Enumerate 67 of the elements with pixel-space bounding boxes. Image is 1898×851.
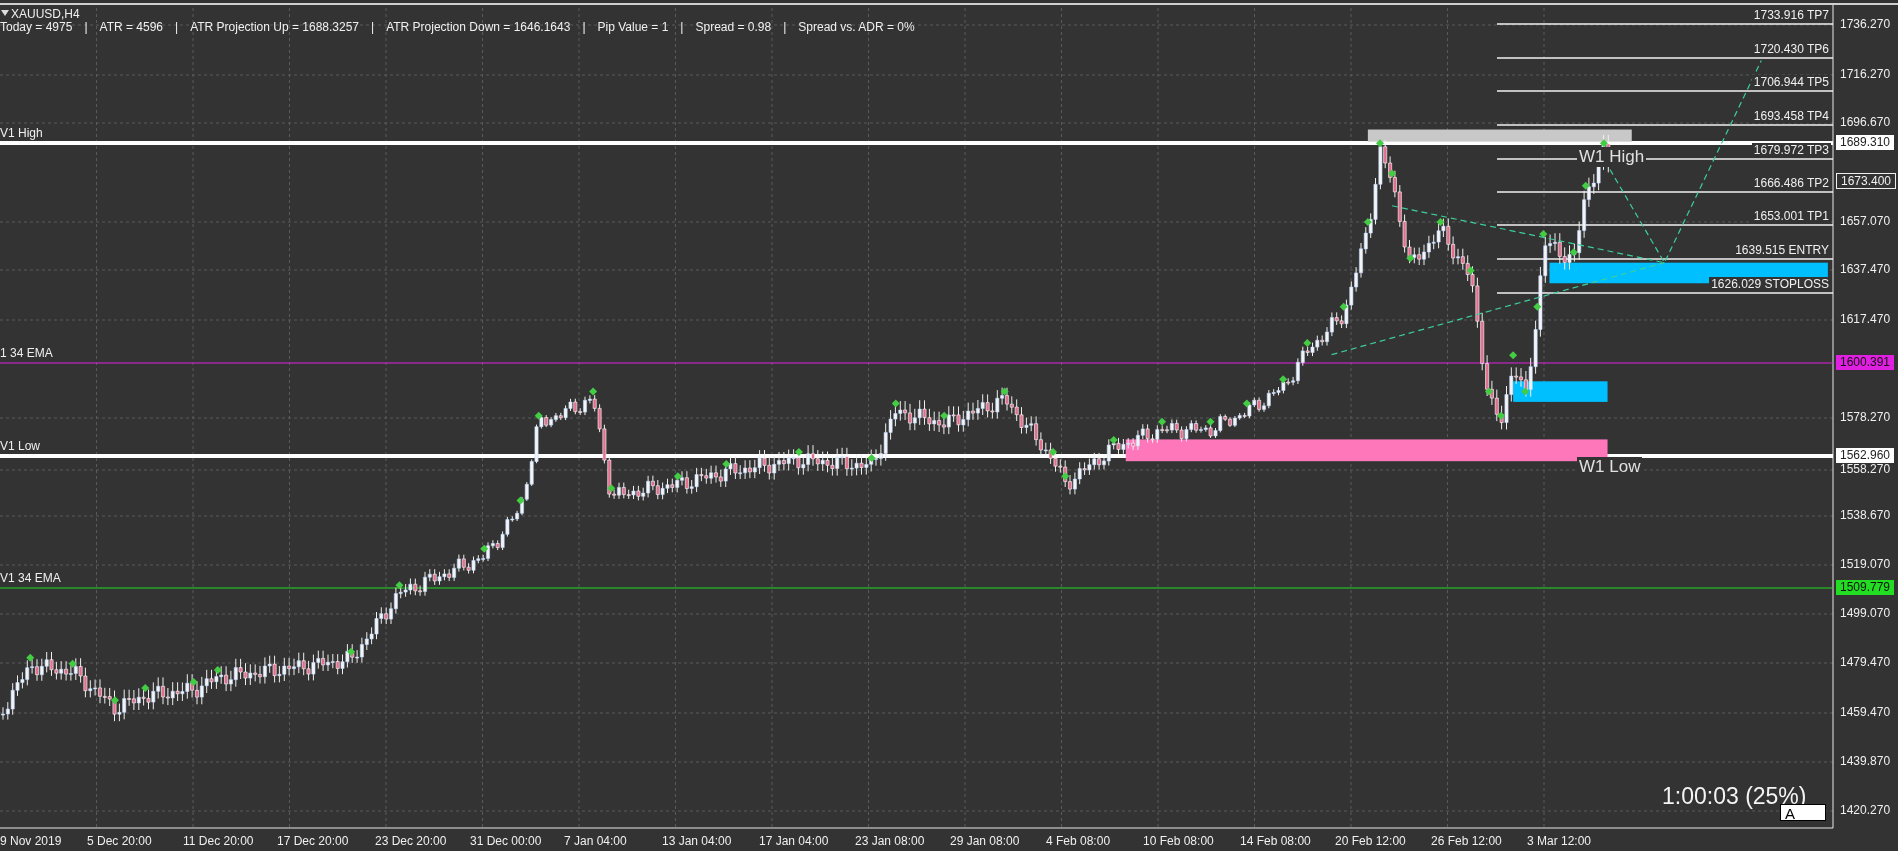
target-label: 1639.515 ENTRY — [1733, 243, 1831, 257]
caret-icon — [1, 10, 9, 16]
axis-label: 10 Feb 08:00 — [1143, 834, 1214, 848]
separator: | — [84, 20, 88, 34]
target-label: 1693.458 TP4 — [1751, 109, 1831, 123]
indicator-value: ATR Projection Up = 1688.3257 — [190, 20, 360, 34]
separator: | — [783, 20, 787, 34]
axis-label: 23 Dec 20:00 — [375, 834, 447, 848]
level-label: 1 34 EMA — [0, 346, 53, 360]
price-tag: 1689.310 — [1836, 135, 1894, 150]
level-label: V1 Low — [0, 439, 41, 453]
indicator-value: Pip Value = 1 — [597, 20, 669, 34]
axis-label: 1617.470 — [1840, 312, 1891, 326]
axis-label: 1696.670 — [1840, 115, 1891, 129]
level-label: V1 34 EMA — [0, 571, 61, 585]
axis-label: 1479.470 — [1840, 655, 1891, 669]
symbol-title: XAUUSD,H4 — [11, 7, 80, 21]
axis-label: 11 Dec 20:00 — [183, 834, 254, 848]
target-label: 1626.029 STOPLOSS — [1709, 277, 1831, 291]
indicator-value: Spread = 0.98 — [695, 20, 772, 34]
axis-label: 26 Feb 12:00 — [1431, 834, 1502, 848]
axis-label: 17 Jan 04:00 — [759, 834, 829, 848]
axis-label: 1736.270 — [1840, 17, 1891, 31]
price-tag: 1600.391 — [1836, 355, 1894, 370]
axis-label: 9 Nov 2019 — [0, 834, 62, 848]
separator: | — [582, 20, 586, 34]
axis-label: 1439.870 — [1840, 754, 1891, 768]
axis-label: 1637.470 — [1840, 262, 1891, 276]
indicator-value: ATR Projection Down = 1646.1643 — [386, 20, 571, 34]
target-label: 1679.972 TP3 — [1751, 143, 1831, 157]
axis-label: 1578.270 — [1840, 410, 1891, 424]
target-label: 1733.916 TP7 — [1751, 8, 1831, 22]
axis-label: 1519.070 — [1840, 557, 1891, 571]
target-label: 1720.430 TP6 — [1751, 42, 1831, 56]
target-label: 1706.944 TP5 — [1751, 75, 1831, 89]
separator: | — [371, 20, 375, 34]
separator: | — [175, 20, 179, 34]
axis-label: 5 Dec 20:00 — [87, 834, 152, 848]
label-box: A — [1780, 804, 1826, 821]
zone-label: W1 High — [1577, 147, 1647, 167]
axis-label: 1716.270 — [1840, 67, 1891, 81]
axis-label: 3 Mar 12:00 — [1527, 834, 1592, 848]
indicator-value: ATR = 4596 — [99, 20, 163, 34]
price-tag: 1673.400 — [1836, 173, 1896, 189]
price-tag: 1509.779 — [1836, 580, 1894, 595]
indicator-value: Today = 4975 — [0, 20, 73, 34]
axis-label: 14 Feb 08:00 — [1240, 834, 1311, 848]
axis-label: 1420.270 — [1840, 803, 1891, 817]
axis-label: 4 Feb 08:00 — [1046, 834, 1111, 848]
axis-label: 20 Feb 12:00 — [1335, 834, 1406, 848]
indicator-value: Spread vs. ADR = 0% — [798, 20, 915, 34]
target-label: 1653.001 TP1 — [1751, 209, 1831, 223]
axis-label: 17 Dec 20:00 — [277, 834, 349, 848]
axis-label: 13 Jan 04:00 — [662, 834, 732, 848]
level-label: V1 High — [0, 126, 43, 140]
axis-label: 1499.070 — [1840, 606, 1891, 620]
axis-label: 23 Jan 08:00 — [855, 834, 925, 848]
axis-label: 1657.070 — [1840, 214, 1891, 228]
axis-label: 31 Dec 00:00 — [470, 834, 542, 848]
axis-label: 29 Jan 08:00 — [950, 834, 1020, 848]
price-tag: 1562.960 — [1836, 448, 1894, 463]
axis-label: 7 Jan 04:00 — [564, 834, 627, 848]
axis-label: 1538.670 — [1840, 508, 1891, 522]
separator: | — [680, 20, 684, 34]
target-label: 1666.486 TP2 — [1751, 176, 1831, 190]
axis-label: 1459.470 — [1840, 705, 1891, 719]
axis-label: 1558.270 — [1840, 462, 1891, 476]
